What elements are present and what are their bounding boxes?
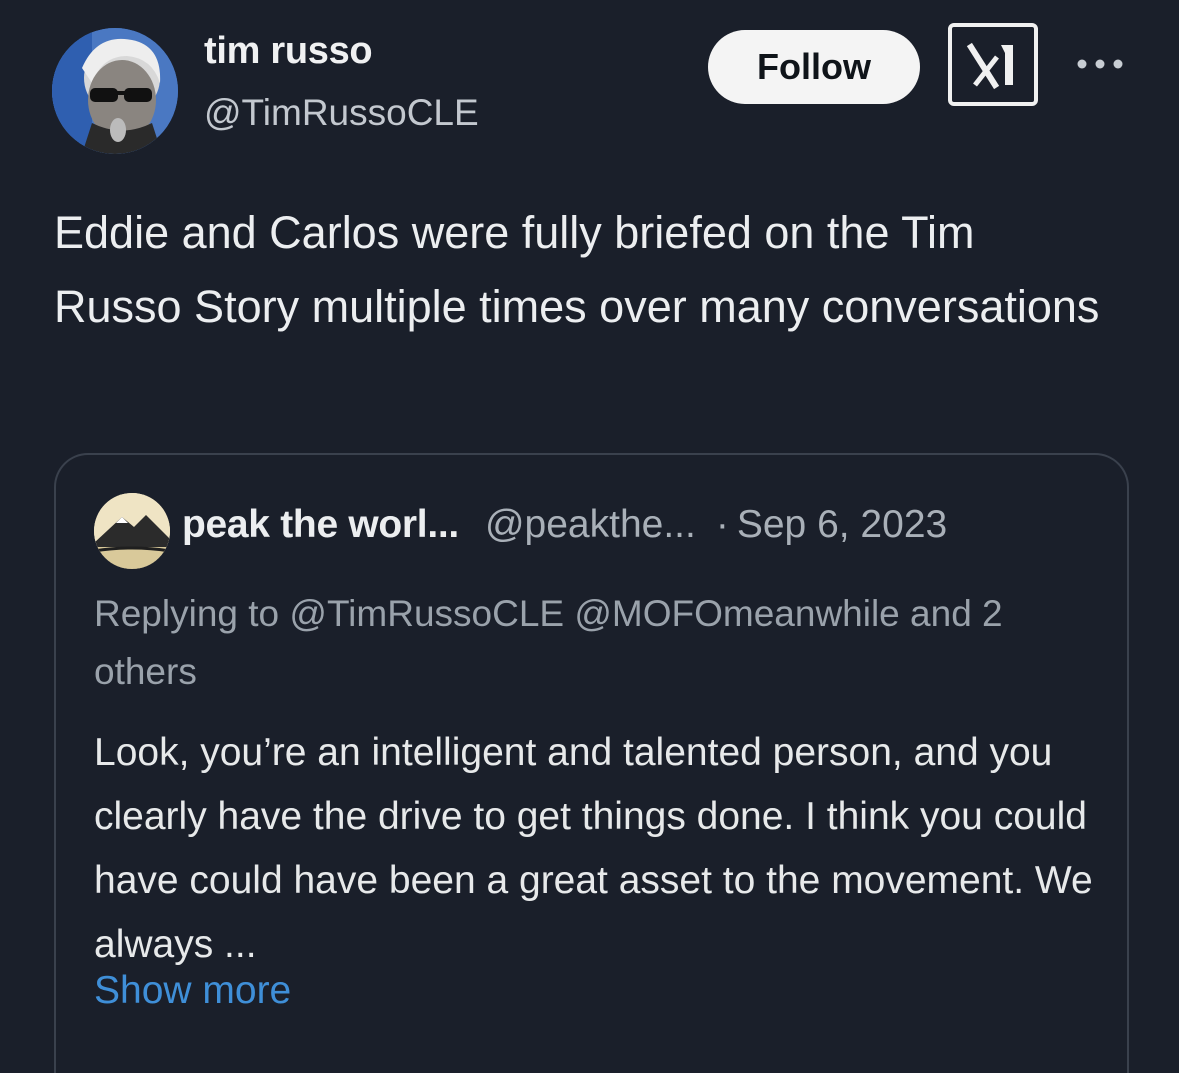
quoted-tweet-header: peak the worl... @peakthe... · Sep 6, 20… (182, 503, 947, 547)
quoted-tweet-date[interactable]: Sep 6, 2023 (737, 503, 947, 547)
tweet-text: Eddie and Carlos were fully briefed on t… (54, 207, 1100, 332)
author-avatar[interactable] (52, 28, 178, 154)
quoted-tweet-text: Look, you’re an intelligent and talented… (94, 731, 1093, 966)
mountain-avatar-icon (94, 493, 170, 569)
replying-to-text: Replying to @TimRussoCLE @MOFOmeanwhile … (94, 593, 1003, 692)
quoted-author-handle[interactable]: @peakthe... (485, 503, 696, 547)
author-name[interactable]: tim russo (204, 30, 373, 73)
quoted-author-avatar[interactable] (94, 493, 170, 569)
follow-button[interactable]: Follow (708, 30, 920, 104)
header-separator: · (715, 503, 729, 546)
more-button[interactable] (1072, 44, 1128, 84)
quoted-tweet[interactable]: peak the worl... @peakthe... · Sep 6, 20… (54, 453, 1129, 1073)
quoted-author-name[interactable]: peak the worl... (182, 503, 459, 547)
tweet-card: tim russo @TimRussoCLE Follow Eddie and … (0, 0, 1179, 1073)
author-handle[interactable]: @TimRussoCLE (204, 92, 479, 134)
show-more-link[interactable]: Show more (94, 969, 291, 1013)
grok-icon (966, 42, 1013, 89)
more-horizontal-icon (1077, 59, 1123, 69)
grok-button[interactable] (948, 23, 1038, 106)
profile-photo-icon (52, 28, 178, 154)
